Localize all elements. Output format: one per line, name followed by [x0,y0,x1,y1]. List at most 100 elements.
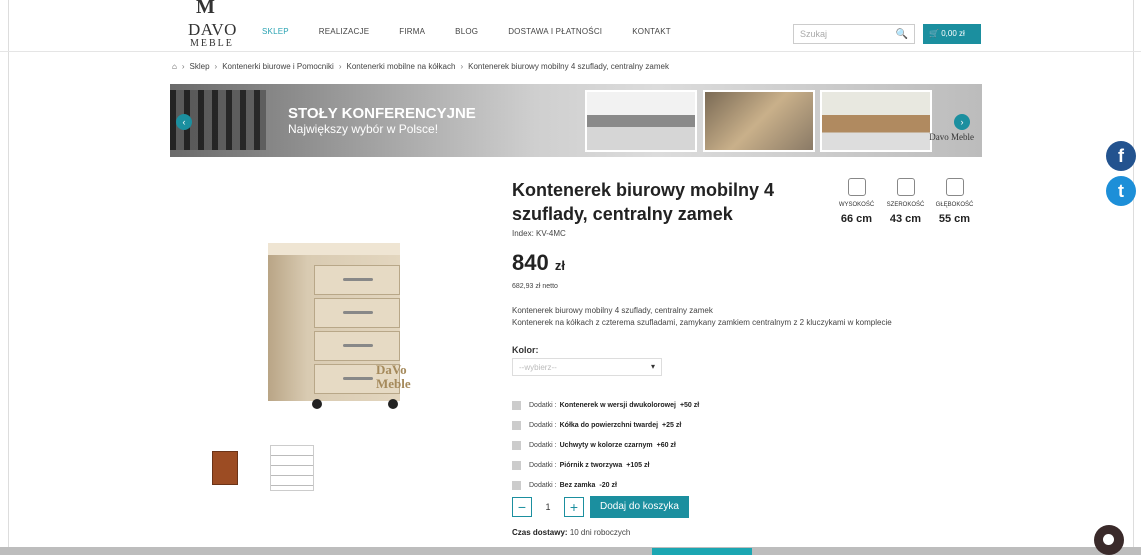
description-line: Kontenerek na kółkach z czterema szuflad… [512,318,892,327]
addon-name: Uchwyty w kolorze czarnym [559,441,653,449]
logo[interactable]: M DAVO MEBLE [188,0,248,49]
product-image[interactable]: DaVo Meble [268,243,411,409]
addon-option[interactable]: Dodatki : Kontenerek w wersji dwukolorow… [512,395,699,415]
price-netto: 682,93 zł netto [512,283,558,290]
color-select[interactable]: --wybierz-- ▾ [512,358,662,376]
addon-price: +60 zł [656,441,676,449]
addon-name: Kółka do powierzchni twardej [559,421,659,429]
drawer [314,298,400,328]
addon-checkbox[interactable] [512,480,521,490]
price-currency: zł [554,258,565,273]
dimension-depth: GŁĘBOKOŚĆ 55 cm [930,178,979,225]
box-icon [945,178,964,196]
delivery-label: Czas dostawy: [512,528,568,537]
dimension-value: 55 cm [938,213,971,225]
dimension-label: WYSOKOŚĆ [838,202,875,208]
cart-total: 0,00 zł [941,29,965,38]
quantity-minus-button[interactable]: − [512,497,532,517]
chat-icon[interactable] [1094,525,1124,555]
delivery-value: 10 dni roboczych [569,528,631,537]
dimension-value: 43 cm [889,213,922,225]
product-title: Kontenerek biurowy mobilny 4 szuflady, c… [512,180,775,224]
banner-subtitle: Największy wybór w Polsce! [288,122,439,136]
breadcrumb-separator: › [214,62,218,71]
drawer-handle [343,377,373,380]
addon-option[interactable]: Dodatki : Kółka do powierzchni twardej +… [512,415,699,435]
logo-name: DAVO [188,20,237,39]
dimension-height: WYSOKOŚĆ 66 cm [832,178,881,225]
site-header: M DAVO MEBLE SKLEP REALIZACJE FIRMA BLOG… [0,0,1141,52]
description-line: Kontenerek biurowy mobilny 4 szuflady, c… [512,306,713,315]
dimension-label: SZEROKOŚĆ [886,202,925,208]
product-price: 840 zł [512,250,565,276]
addon-prefix: Dodatki : [529,461,557,469]
home-icon[interactable]: ⌂ [172,62,177,71]
cabinet-top [268,243,400,255]
drawer [314,265,400,295]
addon-option[interactable]: Dodatki : Uchwyty w kolorze czarnym +60 … [512,435,699,455]
breadcrumb-item-mobilne[interactable]: Kontenerki mobilne na kółkach [346,62,455,71]
facebook-icon[interactable]: f [1106,141,1136,171]
addon-price: +25 zł [662,421,682,429]
breadcrumb-item-kontenerki[interactable]: Kontenerki biurowe i Pomocniki [222,62,334,71]
addon-price: -20 zł [599,481,617,489]
addon-checkbox[interactable] [512,440,521,450]
quantity-input[interactable]: 1 [532,502,564,512]
addon-prefix: Dodatki : [529,401,557,409]
add-to-cart-button[interactable]: Dodaj do koszyka [590,496,689,518]
dimension-label: GŁĘBOKOŚĆ [935,202,974,208]
addon-option[interactable]: Dodatki : Bez zamka -20 zł [512,475,699,495]
nav-sklep[interactable]: SKLEP [262,27,289,36]
color-select-placeholder: --wybierz-- [519,363,557,372]
addon-checkbox[interactable] [512,420,521,430]
addon-prefix: Dodatki : [529,441,557,449]
drawer [314,331,400,361]
logo-sub: MEBLE [190,38,234,49]
cookie-bar [0,547,1141,555]
addon-price: +50 zł [679,401,700,409]
quantity-stepper: − 1 + Dodaj do koszyka [512,496,689,518]
search-input[interactable]: Szukaj 🔍 [793,24,915,44]
nav-realizacje[interactable]: REALIZACJE [319,27,369,36]
banner-photo [820,90,932,152]
thumbnail-cabinet [212,451,238,485]
addon-checkbox[interactable] [512,460,521,470]
cart-button[interactable]: 🛒 0,00 zł [923,24,981,44]
banner-next-button[interactable]: › [954,114,970,130]
wheel [388,399,398,409]
drawer-handle [343,311,373,314]
promo-banner[interactable]: STOŁY KONFERENCYJNE Największy wybór w P… [170,84,982,157]
product-thumbnail[interactable] [206,447,246,489]
chevron-down-icon: ▾ [650,362,655,371]
drawer-handle [343,344,373,347]
addon-checkbox[interactable] [512,400,521,410]
banner-prev-button[interactable]: ‹ [176,114,192,130]
twitter-icon[interactable]: t [1106,176,1136,206]
cookie-accept-button[interactable] [652,548,752,555]
addon-name: Kontenerek w wersji dwukolorowej [559,401,676,409]
dimension-value: 66 cm [840,213,873,225]
main-nav: SKLEP REALIZACJE FIRMA BLOG DOSTAWA I PŁ… [262,27,701,36]
dimension-width: SZEROKOŚĆ 43 cm [881,178,930,225]
addon-prefix: Dodatki : [529,421,557,429]
nav-kontakt[interactable]: KONTAKT [632,27,671,36]
box-icon [896,178,915,196]
product-watermark: DaVo Meble [376,362,411,391]
nav-firma[interactable]: FIRMA [399,27,425,36]
product-thumbnail-drawing[interactable] [270,445,314,491]
search-placeholder: Szukaj [800,29,828,39]
drawer-handle [343,278,373,281]
addon-price: +105 zł [626,461,650,469]
product-index: Index: KV-4MC [512,229,566,238]
banner-brand: Davo Meble [929,132,974,142]
search-icon[interactable]: 🔍 [896,29,908,40]
price-value: 840 [512,250,549,275]
quantity-plus-button[interactable]: + [564,497,584,517]
breadcrumb-item-sklep[interactable]: Sklep [190,62,210,71]
nav-blog[interactable]: BLOG [455,27,478,36]
product-description: Kontenerek biurowy mobilny 4 szuflady, c… [512,305,892,329]
nav-dostawa[interactable]: DOSTAWA I PŁATNOŚCI [508,27,602,36]
addon-option[interactable]: Dodatki : Piórnik z tworzywa +105 zł [512,455,699,475]
cart-icon: 🛒 [929,29,939,38]
breadcrumb: ⌂ › Sklep › Kontenerki biurowe i Pomocni… [172,62,674,71]
